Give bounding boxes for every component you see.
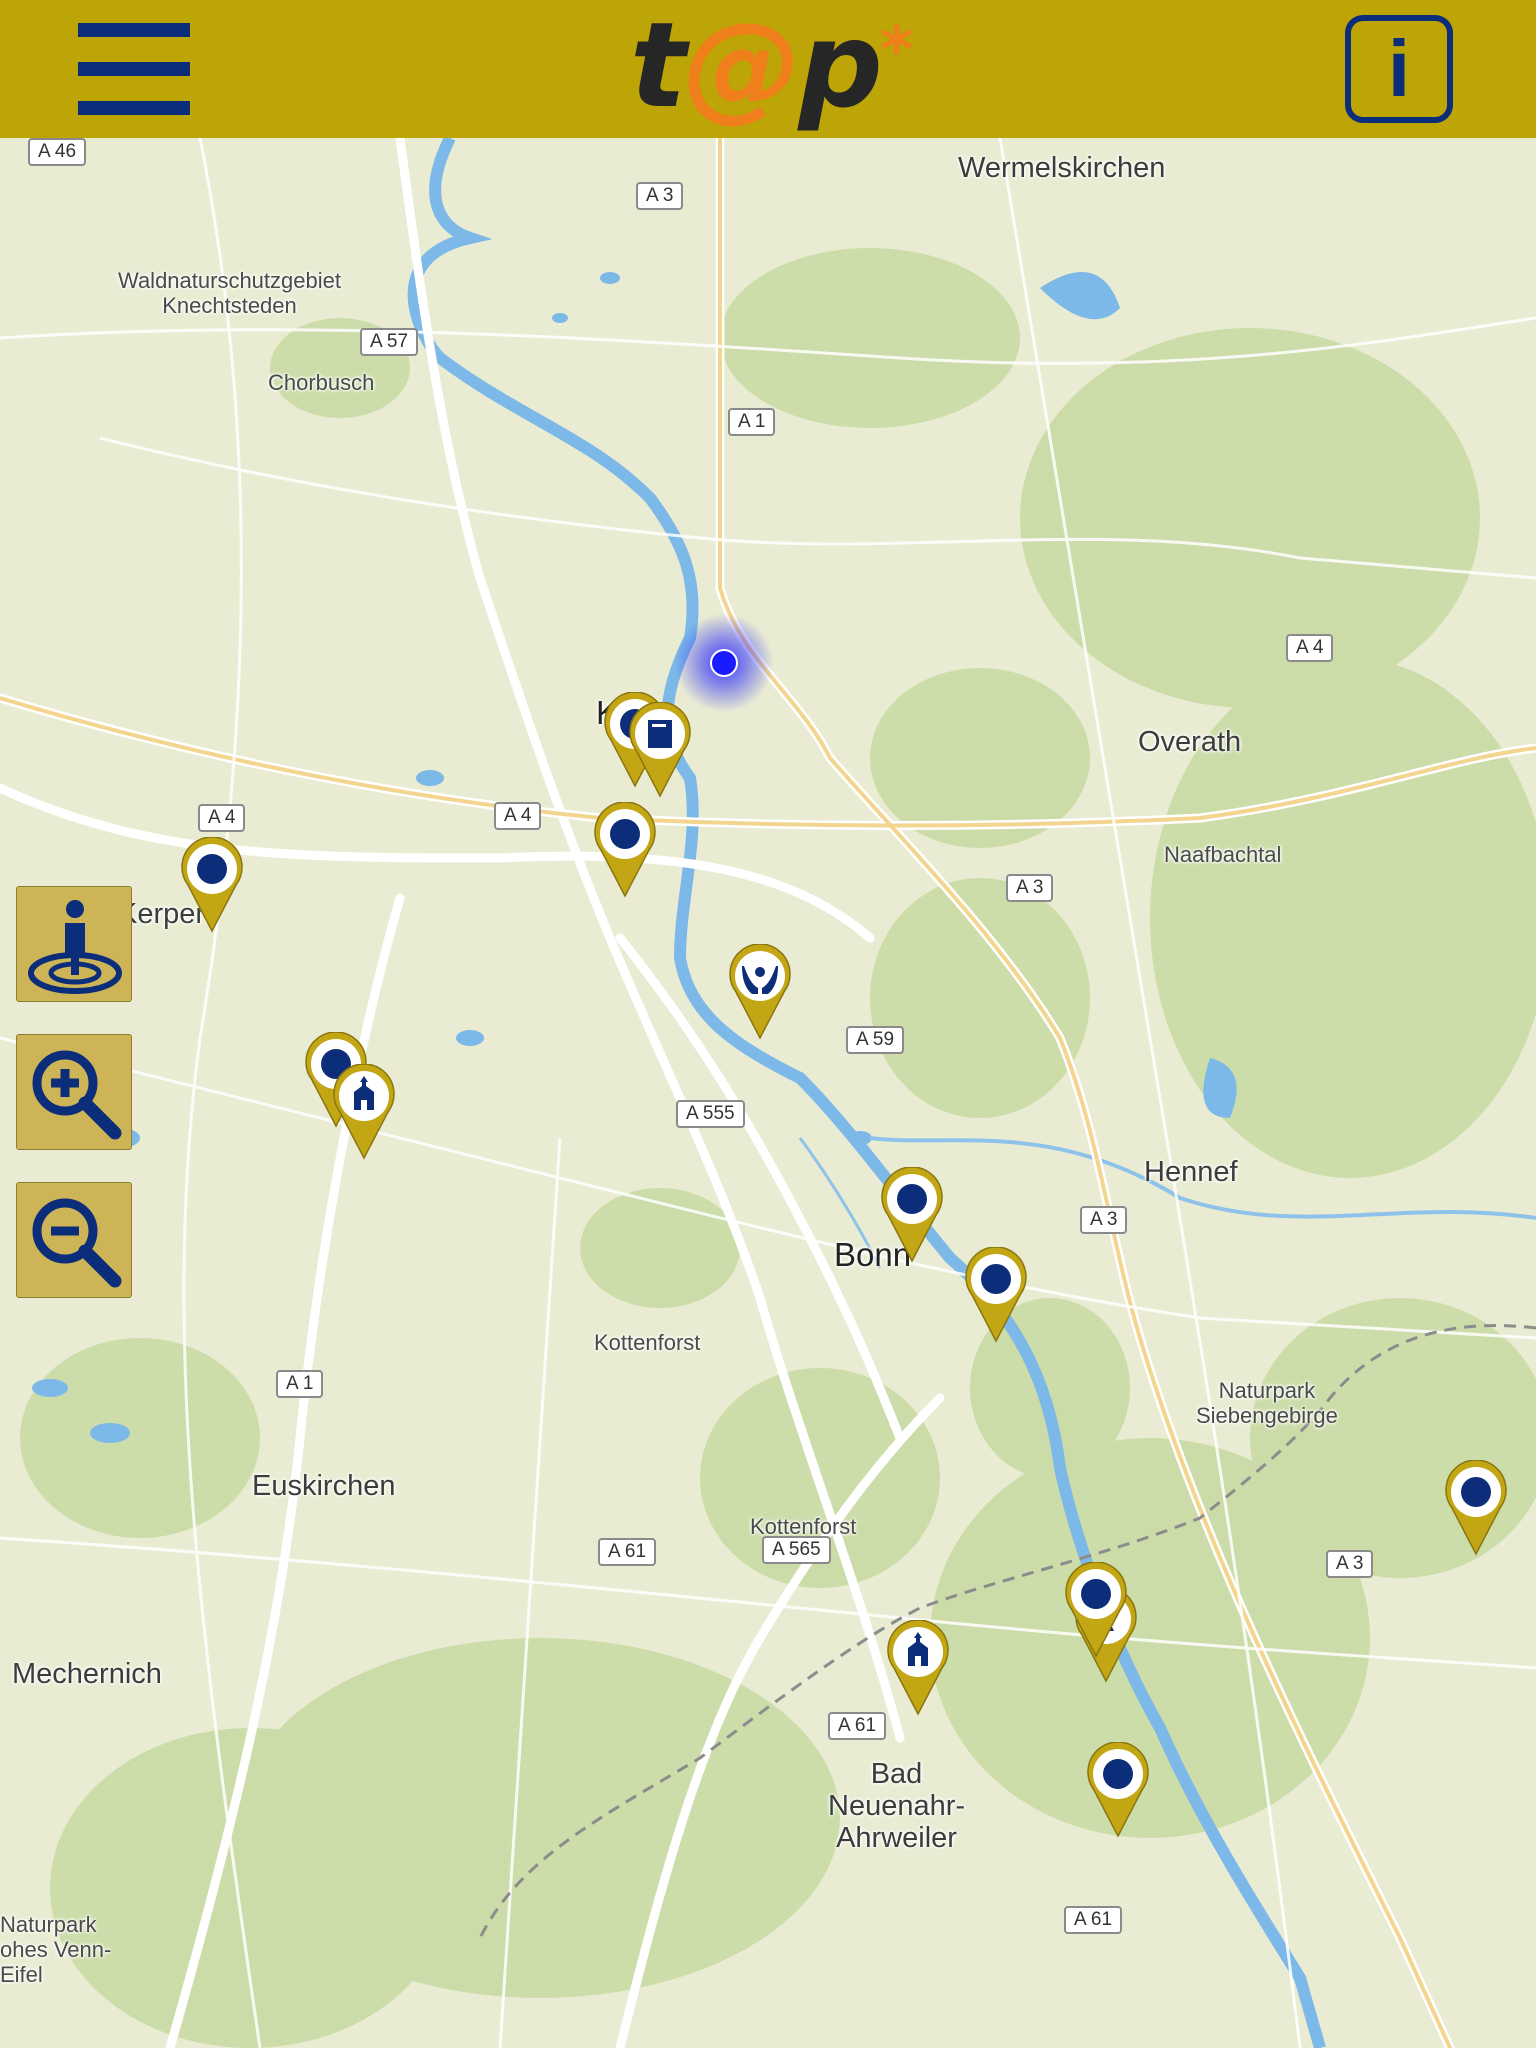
locate-me-button[interactable]	[16, 886, 132, 1002]
place-label-chorbusch: Chorbusch	[268, 370, 375, 395]
place-label-kottenforst: Kottenforst	[594, 1330, 701, 1355]
poi-marker[interactable]	[1086, 1742, 1150, 1838]
road-shield: A 59	[846, 1026, 905, 1054]
dot-icon	[881, 1167, 943, 1263]
app-logo: t@p*	[630, 0, 913, 134]
zoom-in-button[interactable]	[16, 1034, 132, 1150]
place-label-ahrweiler: Bad Neuenahr- Ahrweiler	[828, 1758, 966, 1854]
road-shield: A 1	[276, 1370, 324, 1398]
map-view[interactable]: Wermelskirchen Waldnaturschutzgebiet Kne…	[0, 138, 1536, 2048]
road-shield: A 565	[762, 1536, 831, 1564]
zoom-out-button[interactable]	[16, 1182, 132, 1298]
place-label-hohes-venn: Naturpark ohes Venn- Eifel	[0, 1912, 112, 1987]
place-label-siebengebirge: Naturpark Siebengebirge	[1196, 1378, 1338, 1428]
zoom-in-icon	[32, 1050, 122, 1140]
place-label-wermelskirchen: Wermelskirchen	[958, 152, 1166, 184]
road-shield: A 57	[360, 328, 419, 356]
hamburger-menu-icon[interactable]	[78, 20, 192, 120]
church-icon	[333, 1064, 395, 1160]
place-label-overath: Overath	[1138, 726, 1242, 758]
poi-marker[interactable]	[886, 1620, 950, 1716]
road-shield: A 4	[1286, 634, 1334, 662]
road-shield: A 3	[1006, 874, 1054, 902]
poi-marker[interactable]	[1064, 1562, 1128, 1658]
place-label-hennef: Hennef	[1144, 1156, 1238, 1188]
poi-marker[interactable]	[1444, 1460, 1508, 1556]
info-icon: i	[1387, 24, 1411, 113]
book-icon	[629, 702, 691, 798]
poi-marker[interactable]	[628, 702, 692, 798]
dot-icon	[1445, 1460, 1507, 1556]
dot-icon	[181, 837, 243, 933]
poi-marker[interactable]	[332, 1064, 396, 1160]
road-shield: A 4	[494, 802, 542, 830]
place-label-naafbachtal: Naafbachtal	[1164, 842, 1282, 867]
place-label-knechtsteden: Waldnaturschutzgebiet Knechtsteden	[118, 268, 341, 318]
place-label-euskirchen: Euskirchen	[252, 1470, 396, 1502]
top-bar: t@p* i	[0, 0, 1536, 138]
poi-marker[interactable]	[593, 802, 657, 898]
poi-marker[interactable]	[880, 1167, 944, 1263]
church-icon	[887, 1620, 949, 1716]
dot-icon	[1065, 1562, 1127, 1658]
road-shield: A 3	[1326, 1550, 1374, 1578]
zoom-out-icon	[32, 1198, 122, 1288]
poi-marker[interactable]	[180, 837, 244, 933]
road-shield: A 61	[598, 1538, 657, 1566]
poi-marker[interactable]	[964, 1247, 1028, 1343]
current-location-dot	[674, 613, 774, 713]
poi-marker[interactable]	[728, 944, 792, 1040]
helping-hands-icon	[729, 944, 791, 1040]
dot-icon	[1087, 1742, 1149, 1838]
road-shield: A 3	[636, 182, 684, 210]
road-shield: A 1	[728, 408, 776, 436]
road-shield: A 61	[1064, 1906, 1123, 1934]
place-label-mechernich: Mechernich	[12, 1658, 162, 1690]
road-shield: A 61	[828, 1712, 887, 1740]
locate-me-icon	[28, 900, 122, 994]
road-shield: A 46	[28, 138, 87, 166]
road-shield: A 4	[198, 804, 246, 832]
dot-icon	[594, 802, 656, 898]
road-shield: A 555	[676, 1100, 745, 1128]
info-button[interactable]: i	[1345, 15, 1453, 123]
road-shield: A 3	[1080, 1206, 1128, 1234]
dot-icon	[965, 1247, 1027, 1343]
